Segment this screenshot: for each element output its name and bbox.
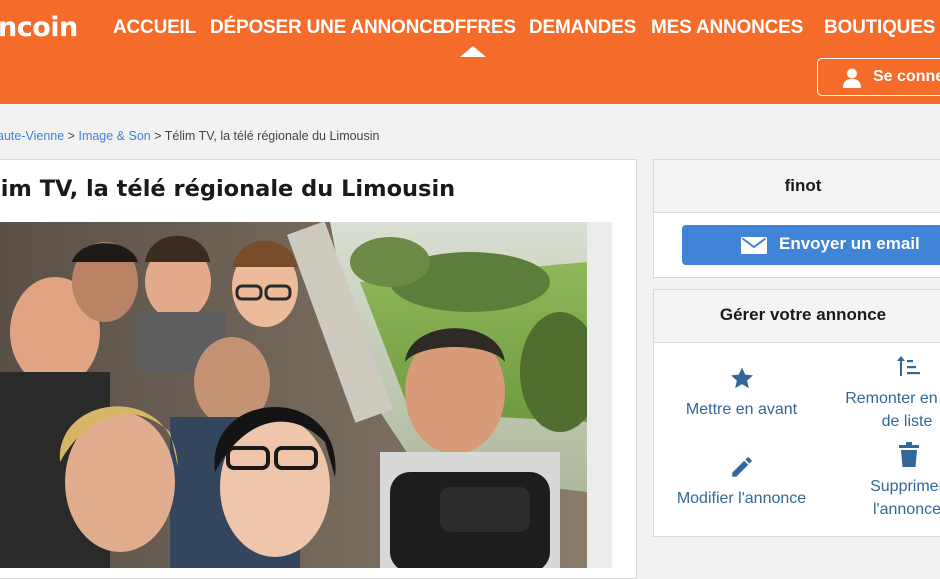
bump-ad-label-line1: Remonter en tête	[845, 390, 940, 407]
boost-ad-label: Mettre en avant	[685, 401, 798, 418]
bump-ad-action[interactable]: Remonter en tête de liste	[832, 387, 940, 433]
breadcrumb-link-category[interactable]: Image & Son	[78, 129, 150, 143]
ad-photo-image	[0, 222, 587, 568]
delete-ad-label-line1: Supprimer	[870, 478, 940, 495]
ad-title: lim TV, la télé régionale du Limousin	[0, 176, 456, 202]
edit-ad-action[interactable]: Modifier l'annonce	[664, 487, 819, 510]
envelope-icon	[741, 237, 767, 254]
nav-mes-annonces[interactable]: MES ANNONCES	[651, 17, 803, 39]
active-nav-indicator	[460, 46, 486, 57]
manage-title: Gérer votre annonce	[654, 290, 940, 343]
photo-gallery	[0, 222, 612, 568]
nav-offres[interactable]: OFFRES	[440, 17, 516, 39]
pencil-icon[interactable]	[729, 454, 755, 480]
breadcrumb-link-region[interactable]: aute-Vienne	[0, 129, 64, 143]
top-header: ncoin ACCUEIL DÉPOSER UNE ANNONCE OFFRES…	[0, 0, 940, 104]
site-logo[interactable]: ncoin	[0, 12, 78, 43]
trash-icon[interactable]	[898, 442, 920, 468]
nav-accueil[interactable]: ACCUEIL	[113, 17, 196, 39]
send-email-label: Envoyer un email	[779, 234, 920, 253]
breadcrumb-separator: >	[154, 129, 162, 143]
delete-ad-action[interactable]: Supprimer l'annonce	[832, 475, 940, 521]
sort-up-icon[interactable]	[896, 355, 922, 377]
boost-ad-action[interactable]: Mettre en avant	[664, 398, 819, 421]
send-email-button[interactable]: Envoyer un email	[682, 225, 940, 265]
seller-name: finot	[654, 160, 940, 213]
nav-demandes[interactable]: DEMANDES	[529, 17, 636, 39]
delete-ad-label-line2: l'annonce	[873, 501, 940, 518]
edit-ad-label: Modifier l'annonce	[676, 490, 807, 507]
star-icon[interactable]	[729, 366, 755, 391]
breadcrumb-current: Télim TV, la télé régionale du Limousin	[164, 129, 380, 143]
login-label: Se connecter	[873, 68, 940, 85]
user-icon	[843, 68, 861, 88]
breadcrumb-separator: >	[67, 129, 75, 143]
ad-photo[interactable]	[0, 222, 587, 568]
login-button[interactable]: Se connecter	[817, 58, 940, 96]
nav-boutiques[interactable]: BOUTIQUES	[824, 17, 935, 39]
breadcrumb: aute-Vienne > Image & Son > Télim TV, la…	[0, 129, 380, 143]
bump-ad-label-line2: de liste	[881, 413, 933, 430]
nav-deposer-annonce[interactable]: DÉPOSER UNE ANNONCE	[210, 17, 445, 39]
